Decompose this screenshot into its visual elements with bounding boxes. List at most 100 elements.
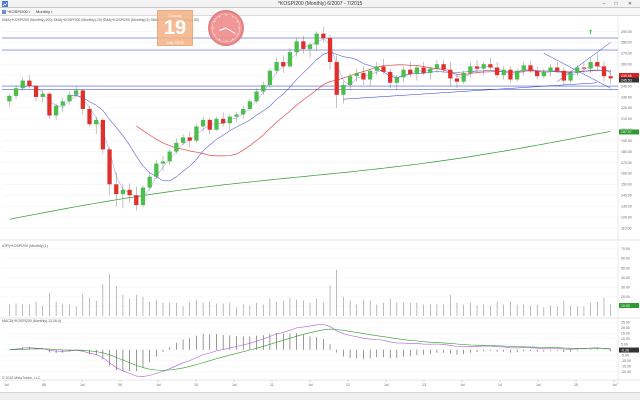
candle-body bbox=[394, 77, 399, 83]
candle-body bbox=[408, 69, 413, 75]
candle-body bbox=[281, 62, 286, 67]
period-selector[interactable]: Monthly▾ bbox=[36, 9, 53, 15]
candle-body bbox=[575, 67, 580, 73]
candle-body bbox=[94, 119, 99, 125]
candle-body bbox=[194, 126, 199, 141]
atr-tick-label: 40.00 bbox=[621, 276, 630, 280]
price-panel: 290.00280.00270.00260.00250.00240.00230.… bbox=[0, 16, 640, 384]
candle-body bbox=[307, 44, 313, 49]
time-axis-label: Jul bbox=[156, 383, 161, 387]
candle-body bbox=[608, 76, 613, 79]
clock-tick bbox=[218, 16, 221, 18]
time-axis-label: 15 bbox=[574, 383, 578, 387]
minimize-button[interactable]: – bbox=[598, 0, 610, 7]
title-bar: ^KOSPI200 (Monthly) 6/2007 - 7/2015 – □ … bbox=[0, 0, 640, 8]
candle-body bbox=[114, 184, 119, 195]
time-axis-label: Jul bbox=[232, 383, 237, 387]
maximize-button[interactable]: □ bbox=[610, 0, 622, 7]
sma200-badge-text: 197.97 bbox=[621, 130, 632, 134]
macd-tick-label: 15.00 bbox=[621, 332, 630, 336]
candle-body bbox=[127, 189, 132, 196]
candle-body bbox=[327, 38, 333, 63]
candle-body bbox=[334, 62, 339, 95]
candle-body bbox=[588, 62, 593, 69]
candle-body bbox=[561, 70, 567, 81]
candle-body bbox=[174, 142, 179, 152]
candle-body bbox=[214, 118, 219, 130]
candle-body bbox=[120, 189, 126, 195]
candle-body bbox=[241, 108, 246, 115]
candle-body bbox=[488, 64, 493, 68]
candle-body bbox=[381, 66, 386, 72]
candle-body bbox=[80, 90, 85, 109]
clock-hour-hand bbox=[219, 27, 227, 31]
atr-tick-label: 50.00 bbox=[621, 266, 630, 270]
candle-body bbox=[501, 69, 506, 76]
clock-tick bbox=[236, 33, 238, 36]
candle-body bbox=[474, 66, 480, 69]
candle-body bbox=[468, 66, 473, 73]
candle-body bbox=[361, 72, 366, 80]
price-tick-label: 270.00 bbox=[621, 52, 632, 56]
candle-body bbox=[555, 67, 560, 71]
period-label: Monthly bbox=[36, 9, 51, 14]
price-tick-label: 150.00 bbox=[621, 183, 632, 187]
candle-body bbox=[388, 71, 393, 83]
candle-body bbox=[347, 76, 353, 85]
arrow-up-icon bbox=[589, 29, 593, 35]
price-tick-label: 120.00 bbox=[621, 215, 632, 219]
macd-tick-label: -10.00 bbox=[621, 359, 631, 363]
time-axis-label: 10 bbox=[194, 383, 198, 387]
date-widget: Sunday 19 July 2015 bbox=[157, 10, 193, 46]
price-tick-label: 160.00 bbox=[621, 172, 632, 176]
candle-body bbox=[374, 66, 379, 71]
candle-body bbox=[581, 67, 587, 69]
chart-toolbar: ^KOSPI200▾ Monthly▾ bbox=[0, 8, 640, 16]
candle-body bbox=[314, 33, 319, 45]
candle-body bbox=[535, 70, 540, 77]
macd-tick-label: -5.00 bbox=[621, 354, 629, 358]
time-axis-label: Jul bbox=[4, 383, 9, 387]
macd-label: MACD(^KOSPI200 (Monthly),12,26,9) bbox=[2, 319, 62, 323]
macd-tick-label: -15.00 bbox=[621, 365, 631, 369]
candle-body bbox=[421, 67, 426, 73]
candle-body bbox=[134, 195, 139, 206]
candle-body bbox=[33, 86, 39, 97]
candle-body bbox=[13, 88, 19, 96]
price-tick-label: 220.00 bbox=[621, 106, 632, 110]
macd-tick-label: -20.00 bbox=[621, 370, 631, 374]
candle-body bbox=[441, 64, 446, 70]
candle-body bbox=[401, 69, 406, 78]
price-tick-label: 210.00 bbox=[621, 117, 632, 121]
chevron-down-icon: ▾ bbox=[51, 10, 53, 14]
price-tick-label: 170.00 bbox=[621, 161, 632, 165]
clock-tick bbox=[231, 16, 234, 18]
candle-body bbox=[528, 65, 533, 71]
candle-body bbox=[434, 64, 440, 69]
candle-body bbox=[107, 149, 112, 185]
candle-body bbox=[508, 69, 513, 80]
price-tick-label: 190.00 bbox=[621, 139, 632, 143]
candle-body bbox=[154, 163, 159, 177]
trendline bbox=[343, 82, 598, 100]
macd-tick-label: 10.00 bbox=[621, 337, 630, 341]
date-month-year: July 2015 bbox=[166, 40, 184, 45]
candle-body bbox=[207, 119, 212, 130]
time-axis-label: Jul bbox=[384, 383, 389, 387]
candle-body bbox=[180, 137, 186, 143]
candle-body bbox=[367, 70, 373, 80]
price-tick-label: 290.00 bbox=[621, 30, 632, 34]
candle-body bbox=[461, 72, 466, 82]
date-day: 19 bbox=[163, 17, 187, 39]
candle-body bbox=[548, 67, 553, 72]
time-axis-label: Jul bbox=[80, 383, 85, 387]
time-axis-label: 14 bbox=[498, 383, 502, 387]
chart-canvas[interactable]: 290.00280.00270.00260.00250.00240.00230.… bbox=[0, 16, 640, 400]
candle-body bbox=[301, 41, 306, 49]
candle-body bbox=[568, 72, 573, 81]
time-axis-label: 13 bbox=[422, 383, 426, 387]
symbol-selector[interactable]: ^KOSPI200▾ bbox=[2, 9, 30, 15]
time-axis-label: Jul bbox=[460, 383, 465, 387]
time-axis-label: Jul bbox=[308, 383, 313, 387]
close-button[interactable]: ✕ bbox=[622, 0, 638, 7]
